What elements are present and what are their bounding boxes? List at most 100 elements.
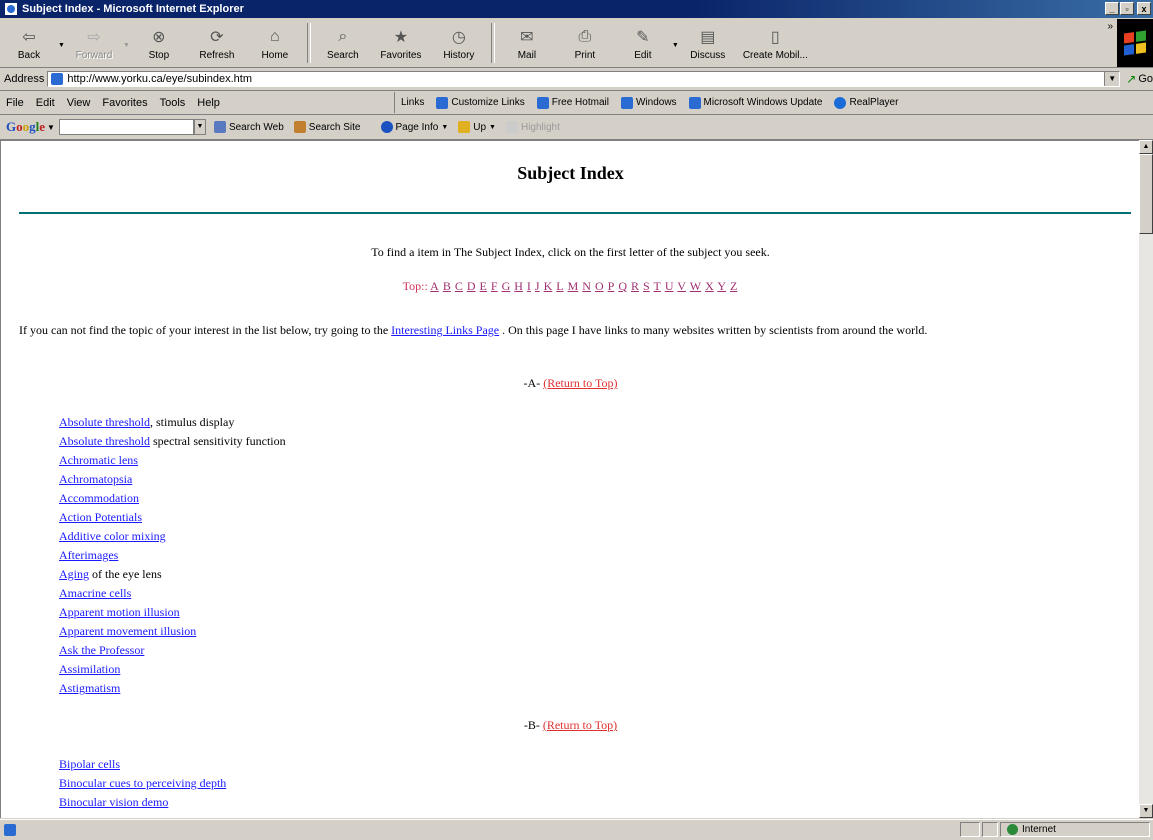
- subject-link[interactable]: Amacrine cells: [59, 586, 131, 600]
- return-to-top-link[interactable]: (Return to Top): [543, 718, 617, 732]
- page-info-button[interactable]: Page Info ▼: [380, 121, 448, 133]
- subject-link[interactable]: Achromatic lens: [59, 453, 138, 467]
- edit-dropdown-icon[interactable]: ▼: [672, 42, 679, 49]
- link-windows-update[interactable]: Microsoft Windows Update: [688, 96, 822, 109]
- create-mobile-button[interactable]: ▯ Create Mobil...: [737, 19, 814, 67]
- letter-link-v[interactable]: V: [677, 279, 686, 293]
- subject-link[interactable]: Ask the Professor: [59, 643, 144, 657]
- subject-link[interactable]: Additive color mixing: [59, 529, 166, 543]
- subject-link[interactable]: Action Potentials: [59, 510, 142, 524]
- letter-link-s[interactable]: S: [643, 279, 650, 293]
- letter-link-f[interactable]: F: [491, 279, 498, 293]
- link-customize-links[interactable]: Customize Links: [436, 96, 525, 109]
- mail-button[interactable]: ✉ Mail: [498, 19, 556, 67]
- address-dropdown-icon[interactable]: ▼: [1104, 72, 1120, 86]
- menu-tools[interactable]: Tools: [154, 97, 192, 109]
- menu-help[interactable]: Help: [191, 97, 226, 109]
- letter-link-j[interactable]: J: [535, 279, 540, 293]
- google-logo[interactable]: Google: [6, 119, 45, 135]
- subject-link[interactable]: Assimilation: [59, 662, 120, 676]
- scroll-up-icon[interactable]: ▲: [1139, 140, 1153, 154]
- highlight-label: Highlight: [520, 121, 560, 133]
- subject-link[interactable]: Achromatopsia: [59, 472, 132, 486]
- letter-link-a[interactable]: A: [430, 279, 439, 293]
- google-menu-dropdown-icon[interactable]: ▼: [47, 123, 55, 132]
- letter-link-i[interactable]: I: [527, 279, 531, 293]
- google-search-input[interactable]: [58, 119, 194, 135]
- letter-link-c[interactable]: C: [455, 279, 463, 293]
- letter-link-t[interactable]: T: [653, 279, 660, 293]
- menu-view[interactable]: View: [61, 97, 97, 109]
- link-realplayer[interactable]: RealPlayer: [834, 96, 898, 109]
- toolbar-overflow-icon[interactable]: »: [1107, 21, 1113, 32]
- letter-link-b[interactable]: B: [443, 279, 451, 293]
- refresh-button[interactable]: ⟳ Refresh: [188, 19, 246, 67]
- links-label[interactable]: Links: [401, 97, 424, 108]
- search-site-button[interactable]: Search Site: [293, 121, 361, 133]
- edit-button[interactable]: ✎ Edit: [614, 19, 672, 67]
- discuss-button[interactable]: ▤ Discuss: [679, 19, 737, 67]
- subject-link[interactable]: Apparent movement illusion: [59, 624, 196, 638]
- print-button[interactable]: ⎙ Print: [556, 19, 614, 67]
- scroll-thumb[interactable]: [1139, 154, 1153, 234]
- letter-link-o[interactable]: O: [595, 279, 604, 293]
- go-arrow-icon: ↗: [1126, 72, 1137, 86]
- letter-link-r[interactable]: R: [631, 279, 639, 293]
- interesting-links-page-link[interactable]: Interesting Links Page: [391, 323, 499, 337]
- home-button[interactable]: ⌂ Home: [246, 19, 304, 67]
- letter-link-g[interactable]: G: [502, 279, 511, 293]
- subject-link[interactable]: Apparent motion illusion: [59, 605, 180, 619]
- forward-button[interactable]: ⇨ Forward: [65, 19, 123, 67]
- subject-link[interactable]: Absolute threshold: [59, 434, 150, 448]
- address-input[interactable]: http://www.yorku.ca/eye/subindex.htm ▼: [47, 71, 1121, 87]
- maximize-button[interactable]: ▫: [1120, 2, 1134, 15]
- history-button[interactable]: ◷ History: [430, 19, 488, 67]
- return-to-top-link[interactable]: (Return to Top): [543, 376, 617, 390]
- minimize-button[interactable]: _: [1105, 2, 1119, 15]
- letter-link-h[interactable]: H: [514, 279, 523, 293]
- highlighter-icon: [505, 121, 518, 133]
- letter-link-u[interactable]: U: [665, 279, 674, 293]
- letter-link-x[interactable]: X: [705, 279, 714, 293]
- letter-link-w[interactable]: W: [690, 279, 701, 293]
- go-button[interactable]: ↗ Go: [1126, 72, 1153, 86]
- letter-link-p[interactable]: P: [608, 279, 615, 293]
- google-search-dropdown-icon[interactable]: ▼: [193, 119, 206, 135]
- subject-link[interactable]: Bipolar cells: [59, 757, 120, 771]
- back-button[interactable]: ⇦ Back: [0, 19, 58, 67]
- letter-link-d[interactable]: D: [467, 279, 476, 293]
- back-dropdown-icon[interactable]: ▼: [58, 42, 65, 49]
- link-windows[interactable]: Windows: [620, 96, 677, 109]
- forward-dropdown-icon[interactable]: ▼: [123, 42, 130, 49]
- subject-link[interactable]: Afterimages: [59, 548, 118, 562]
- link-free-hotmail[interactable]: Free Hotmail: [536, 96, 609, 109]
- ie-app-icon[interactable]: [4, 2, 18, 16]
- up-button[interactable]: Up ▼: [458, 121, 496, 133]
- favorites-button[interactable]: ★ Favorites: [372, 19, 430, 67]
- letter-link-q[interactable]: Q: [618, 279, 627, 293]
- letter-link-l[interactable]: L: [556, 279, 563, 293]
- subject-link[interactable]: Binocular vision demo: [59, 795, 168, 809]
- letter-link-n[interactable]: N: [582, 279, 591, 293]
- subject-link[interactable]: Absolute threshold: [59, 415, 150, 429]
- subject-link[interactable]: Astigmatism: [59, 681, 120, 695]
- highlight-button[interactable]: Highlight: [505, 121, 560, 133]
- stop-button[interactable]: ⊗ Stop: [130, 19, 188, 67]
- subject-link[interactable]: Aging: [59, 567, 89, 581]
- menu-file[interactable]: File: [0, 97, 30, 109]
- scroll-down-icon[interactable]: ▼: [1139, 804, 1153, 818]
- letter-link-m[interactable]: M: [568, 279, 579, 293]
- letter-link-e[interactable]: E: [480, 279, 487, 293]
- close-button[interactable]: x: [1137, 2, 1151, 15]
- stop-label: Stop: [148, 50, 170, 61]
- menu-edit[interactable]: Edit: [30, 97, 61, 109]
- subject-link[interactable]: Binocular cues to perceiving depth: [59, 776, 226, 790]
- letter-link-z[interactable]: Z: [730, 279, 737, 293]
- search-web-button[interactable]: Search Web: [213, 121, 284, 133]
- letter-link-y[interactable]: Y: [717, 279, 726, 293]
- subject-link[interactable]: Accommodation: [59, 491, 139, 505]
- letter-link-k[interactable]: K: [544, 279, 553, 293]
- search-button[interactable]: ⌕ Search: [314, 19, 372, 67]
- menu-favorites[interactable]: Favorites: [96, 97, 153, 109]
- vertical-scrollbar[interactable]: ▲ ▼: [1139, 140, 1153, 818]
